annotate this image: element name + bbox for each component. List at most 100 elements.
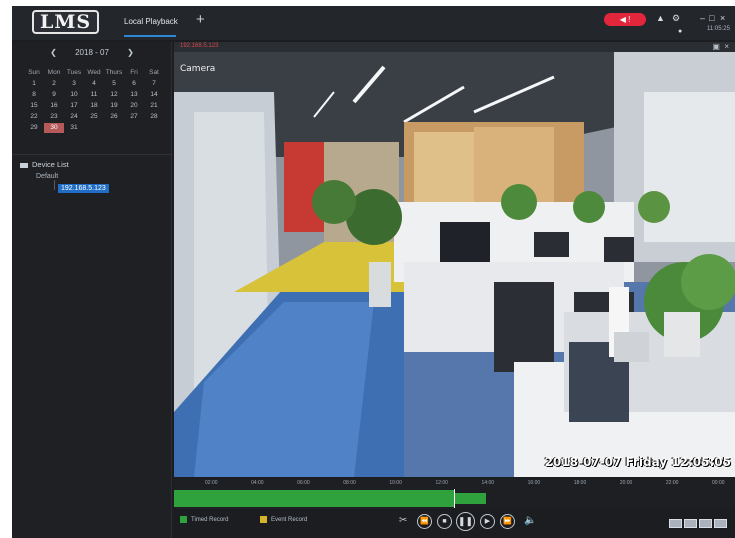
nvr-window: LMS Local Playback + ◀ ! ▲ ⚙ – □ × ● 11:… [12, 6, 735, 538]
camera-scene [174, 52, 735, 477]
calendar-day[interactable]: 17 [64, 101, 84, 111]
settings-icon[interactable]: ⚙ [672, 13, 680, 23]
tab-local-playback[interactable]: Local Playback [124, 17, 178, 26]
calendar-day[interactable]: 31 [64, 123, 84, 133]
stop-icon[interactable]: ■ [437, 514, 452, 529]
group-default[interactable]: Default [36, 173, 58, 180]
calendar-day[interactable]: 14 [144, 90, 164, 100]
timed-record-bar-tail[interactable] [454, 493, 486, 504]
calendar-day[interactable]: 16 [44, 101, 64, 111]
calendar-day[interactable]: 18 [84, 101, 104, 111]
legend-event: Event Record [260, 516, 307, 523]
calendar-day[interactable]: 13 [124, 90, 144, 100]
calendar-day[interactable]: 9 [44, 90, 64, 100]
close-icon[interactable]: × [720, 13, 725, 23]
timeline-tick-label: 10:00 [389, 480, 402, 486]
calendar-day[interactable]: 7 [144, 79, 164, 89]
plus-icon[interactable]: + [196, 12, 205, 27]
timed-record-bar[interactable] [174, 490, 454, 507]
timeline-tick-label: 08:00 [343, 480, 356, 486]
calendar-day[interactable]: 29 [24, 123, 44, 133]
timeline-tick-label: 18:00 [573, 480, 587, 486]
layout-1-icon[interactable] [669, 519, 682, 528]
calendar-day[interactable]: 11 [84, 90, 104, 100]
weekday-label: Sun [28, 69, 40, 76]
device-list-header: Device List [20, 160, 69, 169]
layout-9-icon[interactable] [699, 519, 712, 528]
calendar-day[interactable]: 15 [24, 101, 44, 111]
device-item[interactable]: 192.168.5.123 [58, 184, 109, 193]
legend-timed-label: Timed Record [191, 517, 229, 524]
channel-label: 192.168.5.123 [180, 43, 219, 49]
calendar-header: ❮ 2018 - 07 ❯ [12, 48, 172, 57]
calendar-day[interactable]: 2 [44, 79, 64, 89]
calendar-day[interactable]: 21 [144, 101, 164, 111]
event-swatch [260, 516, 267, 523]
alarm-icon[interactable]: ◀ ! [604, 13, 646, 26]
legend-event-label: Event Record [271, 517, 308, 524]
calendar-day [144, 123, 164, 133]
prev-month-icon[interactable]: ❮ [50, 48, 57, 57]
timeline-tick-label: 06:00 [297, 480, 310, 486]
calendar-day[interactable]: 12 [104, 90, 124, 100]
calendar-day[interactable]: 24 [64, 112, 84, 122]
calendar-day[interactable]: 25 [84, 112, 104, 122]
weekday-label: Wed [87, 69, 101, 76]
timed-swatch [180, 516, 187, 523]
calendar-day[interactable]: 5 [104, 79, 124, 89]
restore-icon[interactable]: □ [709, 13, 714, 23]
calendar-day[interactable]: 19 [104, 101, 124, 111]
title-bar: LMS Local Playback + ◀ ! ▲ ⚙ – □ × ● 11:… [12, 6, 735, 40]
close-video-icon[interactable]: × [724, 42, 729, 51]
timeline-tick-label: 12:00 [435, 480, 448, 486]
calendar-day[interactable]: 8 [24, 90, 44, 100]
calendar-day[interactable]: 10 [64, 90, 84, 100]
timeline-tick-label: 16:00 [527, 480, 541, 486]
calendar-day[interactable]: 26 [104, 112, 124, 122]
timeline-tick-label: 22:00 [665, 480, 679, 486]
layout-16-icon[interactable] [714, 519, 727, 528]
video-panel[interactable]: 192.168.5.123 ▣ × Camera 2018-07-07 Frid… [174, 42, 735, 477]
calendar-day[interactable]: 30 [44, 123, 64, 133]
calendar-day[interactable]: 6 [124, 79, 144, 89]
calendar-day[interactable]: 22 [24, 112, 44, 122]
weekday-label: Fri [130, 69, 138, 76]
video-controls: ▣ × [712, 42, 729, 51]
timeline-tick-label: 02:00 [205, 480, 218, 486]
layout-4-icon[interactable] [684, 519, 697, 528]
rewind-icon[interactable]: ⏪ [417, 514, 432, 529]
clock: 11:05:25 [707, 26, 730, 32]
calendar-day[interactable]: 3 [64, 79, 84, 89]
timeline-tick-label: 14:00 [481, 480, 495, 486]
video-header: 192.168.5.123 ▣ × [174, 42, 735, 52]
volume-icon[interactable]: 🔈 [524, 515, 536, 526]
left-panel: ❮ 2018 - 07 ❯ Sun Mon Tues Wed Thurs Fri Sat 1 2… [12, 42, 172, 538]
fast-forward-icon[interactable]: ⏩ [500, 514, 515, 529]
minimize-icon[interactable]: – [700, 13, 705, 23]
calendar-day [124, 123, 144, 133]
calendar-day[interactable]: 23 [44, 112, 64, 122]
legend-timed: Timed Record [180, 516, 228, 523]
playhead[interactable] [454, 489, 455, 508]
timeline-tick-label: 04:00 [251, 480, 264, 486]
clip-icon[interactable]: ✂ [399, 515, 407, 526]
calendar-day[interactable]: 4 [84, 79, 104, 89]
calendar-day[interactable]: 28 [144, 112, 164, 122]
weekday-label: Mon [47, 69, 61, 76]
next-month-icon[interactable]: ❯ [127, 48, 134, 57]
calendar-day[interactable]: 1 [24, 79, 44, 89]
month-label: 2018 - 07 [75, 48, 109, 57]
device-list-icon [20, 162, 28, 168]
snapshot-icon[interactable]: ▣ [712, 42, 720, 51]
calendar-day [84, 123, 104, 133]
calendar-day[interactable]: 20 [124, 101, 144, 111]
camera-name-overlay: Camera [180, 64, 216, 74]
device-list-title: Device List [32, 160, 69, 169]
timeline[interactable]: 02:00 04:00 06:00 08:00 10:00 12:00 14:00 16:00… [174, 479, 735, 509]
user-icon[interactable]: ▲ [656, 13, 665, 23]
step-forward-icon[interactable]: ▶ [480, 514, 495, 529]
app-logo: LMS [32, 10, 100, 34]
calendar-day[interactable]: 27 [124, 112, 144, 122]
tree-connector [54, 180, 55, 190]
pause-icon[interactable]: ❚❚ [456, 512, 475, 531]
